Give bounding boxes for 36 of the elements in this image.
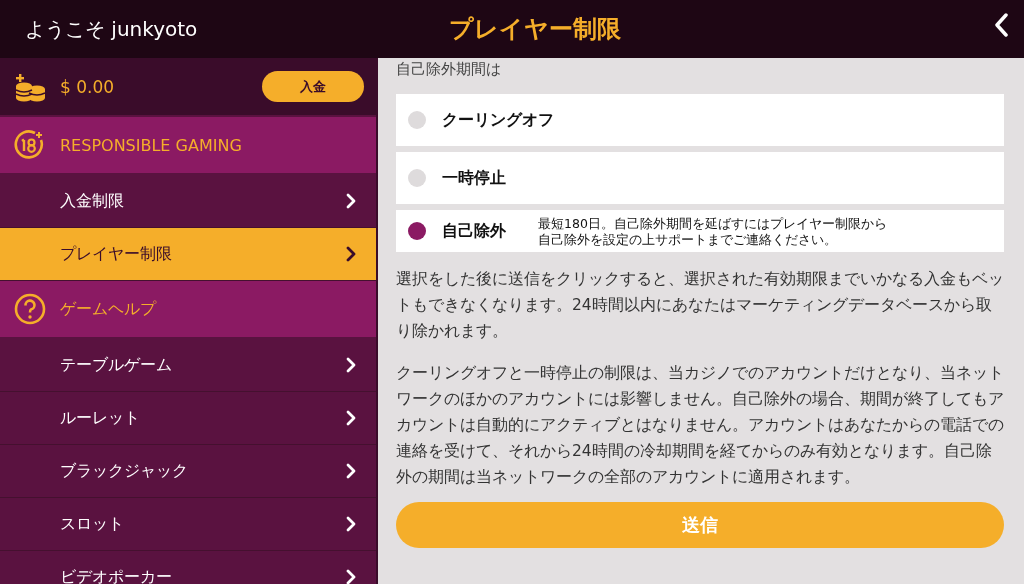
balance-amount: $ 0.00	[60, 76, 116, 97]
radio-option[interactable]: 一時停止	[396, 152, 1004, 204]
radio-button[interactable]	[408, 222, 426, 240]
chevron-icon	[346, 246, 356, 262]
back-icon[interactable]	[994, 13, 1008, 37]
section-heading: 自己除外期間は	[396, 59, 502, 80]
chevron-icon	[346, 516, 356, 532]
chevron-icon	[346, 463, 356, 479]
info-paragraph: 選択をした後に送信をクリックすると、選択された有効期限までいかなる入金もベットもできなくなります。24時間以内にあなたはマーケティングデータベースから取り除かれます。	[396, 269, 1004, 342]
chevron-icon	[346, 569, 356, 584]
radio-button[interactable]	[408, 111, 426, 129]
deposit-button[interactable]: 入金	[262, 71, 364, 102]
coins-icon	[14, 71, 46, 102]
option-description: 最短180日。自己除外期間を延ばすにはプレイヤー制限から自己除外を設定の上サポートまでご連絡ください。	[538, 216, 888, 248]
chevron-icon	[346, 193, 356, 209]
page-title: プレイヤー制限	[447, 14, 622, 45]
menu-item[interactable]: ブラックジャック	[0, 445, 376, 498]
radio-option[interactable]: 自己除外 最短180日。自己除外期間を延ばすにはプレイヤー制限から自己除外を設定の上サポートまでご連絡ください。	[396, 210, 1004, 252]
section-title: ゲームヘルプ	[60, 298, 156, 320]
age-limit-icon	[14, 129, 46, 161]
menu-item[interactable]: スロット	[0, 498, 376, 551]
menu-item[interactable]: ビデオポーカー	[0, 551, 376, 584]
help-icon	[14, 293, 46, 325]
menu-item[interactable]: プレイヤー制限	[0, 228, 376, 281]
menu-item[interactable]: ルーレット	[0, 392, 376, 445]
option-label: 自己除外	[442, 220, 507, 242]
radio-option[interactable]: クーリングオフ	[396, 94, 1004, 146]
option-label: クーリングオフ	[442, 109, 554, 131]
chevron-icon	[346, 410, 356, 426]
chevron-icon	[346, 357, 356, 373]
radio-button[interactable]	[408, 169, 426, 187]
welcome-text: ようこそ junkyoto	[24, 15, 199, 43]
menu-item[interactable]: テーブルゲーム	[0, 339, 376, 392]
section-title: RESPONSIBLE GAMING	[60, 135, 242, 155]
info-paragraph: クーリングオフと一時停止の制限は、当カジノでのアカウントだけとなり、当ネットワークのほかのアカウントには影響しません。自己除外の場合、期間が終了してもアカウントは自動的にアクティブとはなりません。アカウントはあなたからの電話での連絡を受けて、それから24時間の冷却期間を経てからのみ有効となります。自己除外の期間は当ネットワークの全部のアカウントに適用されます。	[396, 363, 1004, 488]
option-label: 一時停止	[442, 167, 507, 189]
